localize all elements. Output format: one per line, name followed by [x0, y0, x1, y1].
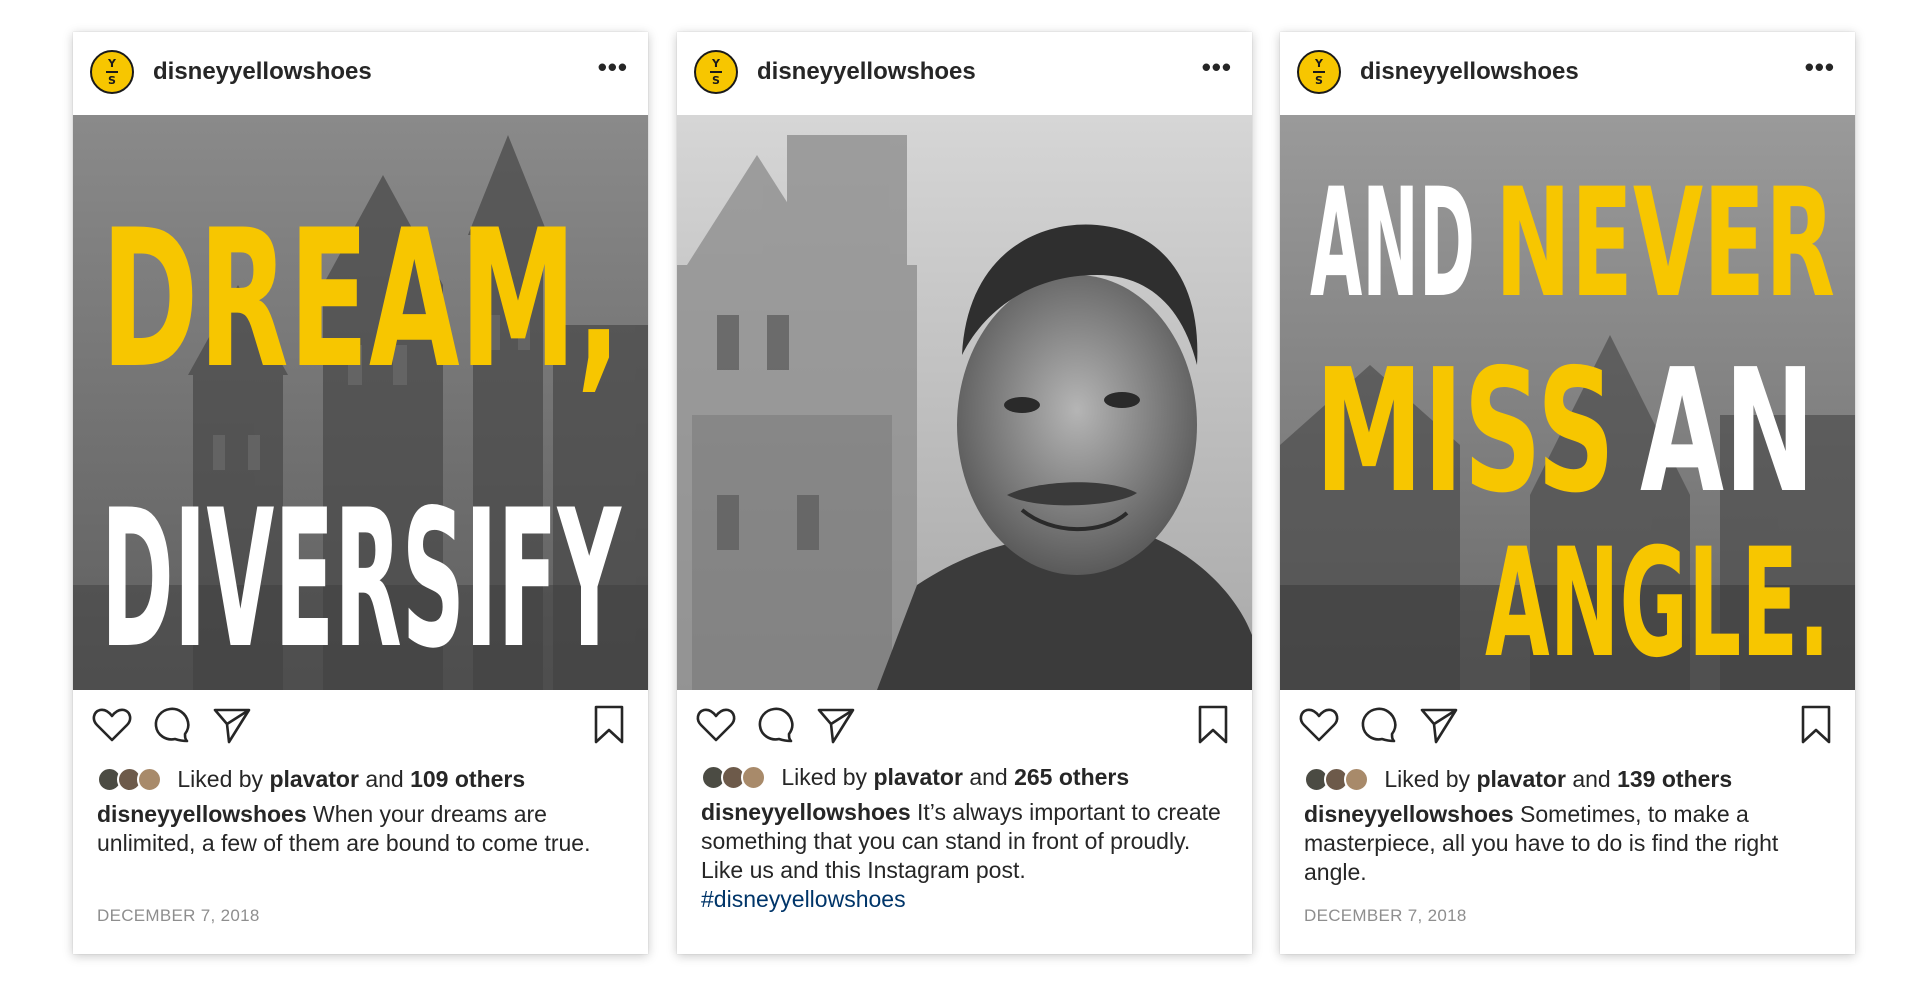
liked-and-label: and: [365, 766, 404, 792]
post-caption: disneyyellowshoes It’s always important …: [701, 798, 1232, 914]
liked-user-link[interactable]: plavator: [1476, 766, 1565, 792]
liked-others-link[interactable]: 139 others: [1617, 766, 1732, 792]
avatar-letter-y: Y: [1315, 57, 1323, 70]
heart-icon[interactable]: [1298, 704, 1340, 746]
post-date[interactable]: DECEMBER 7, 2018: [1304, 906, 1467, 926]
avatar-letter-s: S: [1315, 74, 1323, 87]
post-header: Y S disneyyellowshoes •••: [1280, 32, 1855, 115]
profile-avatar[interactable]: Y S: [694, 50, 738, 94]
liked-by-label: Liked by: [177, 766, 264, 792]
username-link[interactable]: disneyyellowshoes: [153, 58, 372, 86]
liked-by-label: Liked by: [781, 764, 868, 790]
more-options-icon[interactable]: •••: [1805, 52, 1835, 83]
share-icon[interactable]: [211, 704, 253, 746]
username-link[interactable]: disneyyellowshoes: [1360, 58, 1579, 86]
caption-username-link[interactable]: disneyyellowshoes: [1304, 801, 1514, 827]
heart-icon[interactable]: [695, 704, 737, 746]
liker-avatars[interactable]: [97, 767, 167, 793]
liked-user-link[interactable]: plavator: [269, 766, 358, 792]
liked-and-label: and: [1572, 766, 1611, 792]
liker-avatars[interactable]: [1304, 767, 1374, 793]
overlay-text-diversify: DIVERSIFY: [101, 469, 622, 690]
instagram-post-3: Y S disneyyellowshoes ••• AND NEVER MISS…: [1280, 32, 1855, 954]
post-actions: [695, 704, 1234, 748]
post-photo[interactable]: [677, 115, 1252, 690]
post-header: Y S disneyyellowshoes •••: [677, 32, 1252, 115]
post-caption: disneyyellowshoes When your dreams are u…: [97, 800, 628, 858]
post-photo[interactable]: DREAM, DIVERSIFY: [73, 115, 648, 690]
avatar-letter-s: S: [712, 74, 720, 87]
instagram-post-2: Y S disneyyellowshoes ••• Liked by plava…: [677, 32, 1252, 954]
avatar-divider: [106, 71, 118, 73]
liked-others-link[interactable]: 109 others: [410, 766, 525, 792]
share-icon[interactable]: [815, 704, 857, 746]
liker-avatars[interactable]: [701, 765, 771, 791]
overlay-text-never: NEVER: [1495, 157, 1835, 331]
post-photo[interactable]: AND NEVER MISS AN ANGLE.: [1280, 115, 1855, 690]
overlay-text-angle: ANGLE.: [1485, 517, 1830, 690]
bookmark-icon[interactable]: [1192, 704, 1234, 746]
likes-summary: Liked by plavator and 139 others: [1304, 766, 1732, 793]
post-caption: disneyyellowshoes Sometimes, to make a m…: [1304, 800, 1835, 887]
avatar-divider: [710, 71, 722, 73]
post-header: Y S disneyyellowshoes •••: [73, 32, 648, 115]
liker-avatar: [137, 767, 162, 792]
avatar-letter-y: Y: [712, 57, 720, 70]
share-icon[interactable]: [1418, 704, 1460, 746]
bookmark-icon[interactable]: [1795, 704, 1837, 746]
liked-and-label: and: [969, 764, 1008, 790]
comment-icon[interactable]: [1358, 704, 1400, 746]
instagram-post-1: Y S disneyyellowshoes ••• DREAM, DIVERSI…: [73, 32, 648, 954]
castle-photo-with-text: AND NEVER MISS AN ANGLE.: [1280, 115, 1855, 690]
overlay-text-miss: MISS: [1315, 333, 1615, 531]
profile-avatar[interactable]: Y S: [1297, 50, 1341, 94]
caption-username-link[interactable]: disneyyellowshoes: [701, 799, 911, 825]
profile-avatar[interactable]: Y S: [90, 50, 134, 94]
hashtag-link[interactable]: #disneyyellowshoes: [701, 886, 906, 912]
avatar-divider: [1313, 71, 1325, 73]
post-actions: [91, 704, 630, 748]
avatar-letter-s: S: [108, 74, 116, 87]
caption-username-link[interactable]: disneyyellowshoes: [97, 801, 307, 827]
comment-icon[interactable]: [755, 704, 797, 746]
liker-avatar: [1344, 767, 1369, 792]
portrait-photo: [677, 115, 1252, 690]
more-options-icon[interactable]: •••: [1202, 52, 1232, 83]
more-options-icon[interactable]: •••: [598, 52, 628, 83]
liker-avatar: [741, 765, 766, 790]
liked-user-link[interactable]: plavator: [873, 764, 962, 790]
bookmark-icon[interactable]: [588, 704, 630, 746]
post-date[interactable]: DECEMBER 7, 2018: [97, 906, 260, 926]
castle-photo-with-text: DREAM, DIVERSIFY: [73, 115, 648, 690]
avatar-letter-y: Y: [108, 57, 116, 70]
heart-icon[interactable]: [91, 704, 133, 746]
overlay-text-and: AND: [1310, 157, 1475, 331]
post-actions: [1298, 704, 1837, 748]
comment-icon[interactable]: [151, 704, 193, 746]
liked-others-link[interactable]: 265 others: [1014, 764, 1129, 790]
overlay-text-dream: DREAM,: [101, 189, 621, 410]
likes-summary: Liked by plavator and 265 others: [701, 764, 1129, 791]
liked-by-label: Liked by: [1384, 766, 1471, 792]
username-link[interactable]: disneyyellowshoes: [757, 58, 976, 86]
likes-summary: Liked by plavator and 109 others: [97, 766, 525, 793]
overlay-text-an: AN: [1640, 333, 1815, 531]
